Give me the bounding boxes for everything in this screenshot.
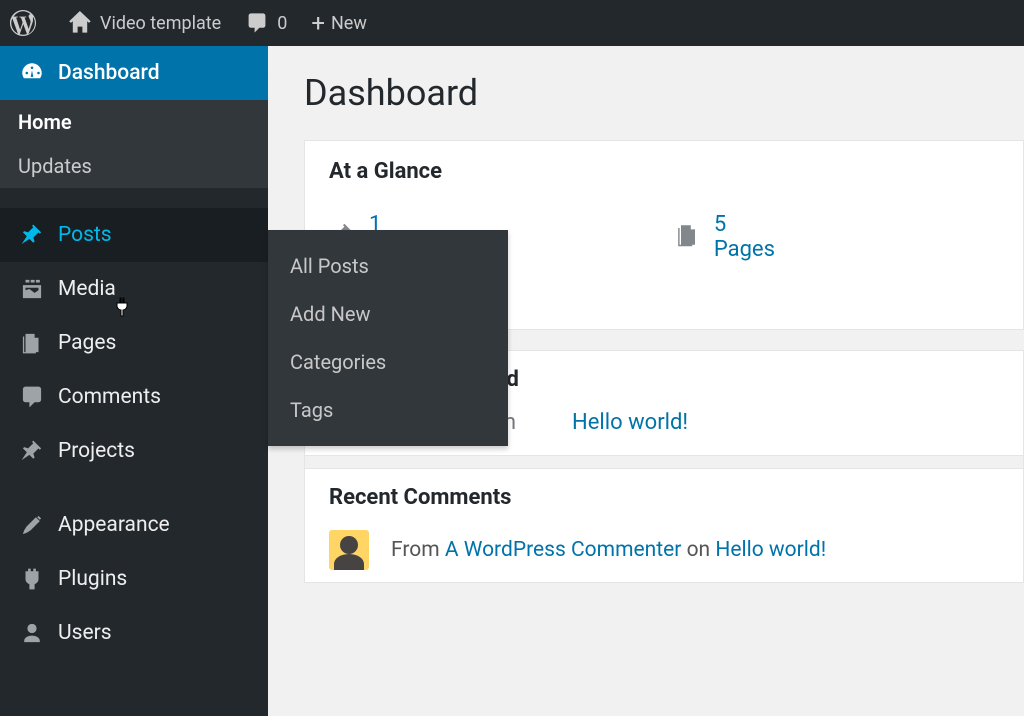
recent-comments-heading: Recent Comments bbox=[305, 469, 1023, 518]
menu-label: Plugins bbox=[58, 567, 127, 591]
menu-separator bbox=[0, 188, 268, 208]
comments-link[interactable]: 0 bbox=[245, 11, 287, 35]
appearance-icon bbox=[16, 512, 48, 538]
glance-pages: 5 Pages bbox=[674, 212, 775, 262]
sidebar-item-pages[interactable]: Pages bbox=[0, 316, 268, 370]
dashboard-submenu: Home Updates bbox=[0, 100, 268, 188]
sidebar-item-media[interactable]: Media bbox=[0, 262, 268, 316]
users-icon bbox=[16, 620, 48, 646]
menu-label: Posts bbox=[58, 223, 112, 247]
comment-bubble-icon bbox=[245, 11, 269, 35]
flyout-item-all-posts[interactable]: All Posts bbox=[268, 242, 508, 290]
sidebar-item-dashboard[interactable]: Dashboard bbox=[0, 46, 268, 100]
page-title: Dashboard bbox=[304, 72, 1024, 114]
menu-label: Projects bbox=[58, 439, 135, 463]
site-title: Video template bbox=[100, 13, 221, 34]
house-icon bbox=[68, 11, 92, 35]
sidebar-item-posts[interactable]: Posts bbox=[0, 208, 268, 262]
new-label: New bbox=[331, 13, 367, 34]
sidebar-item-projects[interactable]: Projects bbox=[0, 424, 268, 478]
wordpress-icon bbox=[10, 10, 36, 36]
submenu-item-home[interactable]: Home bbox=[0, 100, 268, 144]
comment-row: From A WordPress Commenter on Hello worl… bbox=[305, 518, 1023, 582]
media-icon bbox=[16, 276, 48, 302]
flyout-item-add-new[interactable]: Add New bbox=[268, 290, 508, 338]
submenu-item-updates[interactable]: Updates bbox=[0, 144, 268, 188]
comment-post-link[interactable]: Hello world! bbox=[715, 538, 826, 562]
plus-icon: + bbox=[311, 9, 325, 37]
menu-label: Pages bbox=[58, 331, 116, 355]
menu-label: Dashboard bbox=[58, 61, 160, 85]
comments-icon bbox=[16, 384, 48, 410]
flyout-item-categories[interactable]: Categories bbox=[268, 338, 508, 386]
wp-logo[interactable] bbox=[10, 10, 44, 36]
menu-label: Users bbox=[58, 621, 112, 645]
comment-count: 0 bbox=[277, 13, 287, 34]
posts-flyout: All Posts Add New Categories Tags bbox=[268, 230, 508, 446]
site-link[interactable]: Video template bbox=[68, 11, 221, 35]
glance-pages-link[interactable]: 5 Pages bbox=[714, 212, 775, 262]
dashboard-icon bbox=[16, 60, 48, 86]
menu-label: Comments bbox=[58, 385, 161, 409]
pages-icon bbox=[674, 221, 702, 253]
admin-sidebar: Dashboard Home Updates Posts Media Pages… bbox=[0, 46, 268, 716]
glance-heading: At a Glance bbox=[305, 141, 1023, 196]
section-divider bbox=[305, 455, 1023, 469]
sidebar-item-plugins[interactable]: Plugins bbox=[0, 552, 268, 606]
menu-label: Media bbox=[58, 277, 116, 301]
recent-post-link[interactable]: Hello world! bbox=[572, 410, 688, 435]
sidebar-item-users[interactable]: Users bbox=[0, 606, 268, 660]
plugins-icon bbox=[16, 566, 48, 592]
comment-author-link[interactable]: A WordPress Commenter bbox=[445, 538, 682, 562]
pages-icon bbox=[16, 330, 48, 356]
menu-label: Appearance bbox=[58, 513, 170, 537]
new-link[interactable]: + New bbox=[311, 9, 367, 37]
pin-icon bbox=[16, 222, 48, 248]
avatar bbox=[329, 530, 369, 570]
sidebar-item-comments[interactable]: Comments bbox=[0, 370, 268, 424]
admin-bar: Video template 0 + New bbox=[0, 0, 1024, 46]
projects-icon bbox=[16, 438, 48, 464]
flyout-item-tags[interactable]: Tags bbox=[268, 386, 508, 434]
menu-separator bbox=[0, 478, 268, 498]
sidebar-item-appearance[interactable]: Appearance bbox=[0, 498, 268, 552]
